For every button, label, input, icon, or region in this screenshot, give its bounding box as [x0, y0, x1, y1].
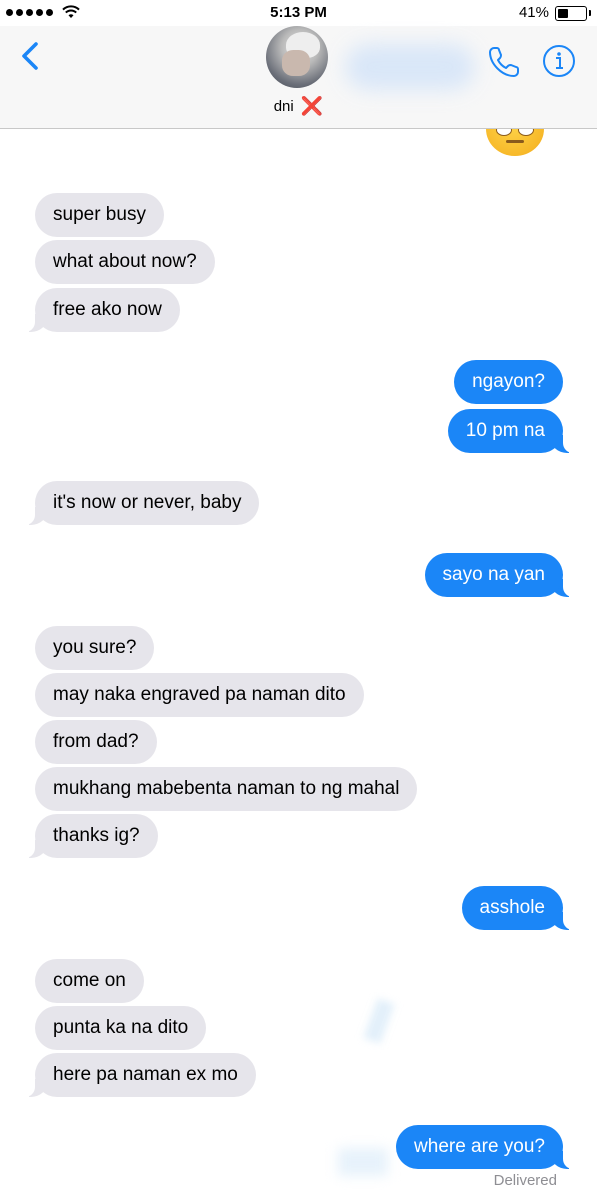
battery-percent: 41%: [518, 4, 549, 21]
message-bubble-outgoing[interactable]: asshole: [461, 886, 574, 930]
message-bubble-incoming[interactable]: may naka engraved pa naman dito: [35, 673, 364, 717]
message-bubble-incoming[interactable]: super busy: [35, 193, 164, 237]
status-time: 5:13 PM: [270, 4, 327, 21]
message-bubble-incoming[interactable]: thanks ig?: [24, 814, 158, 858]
message-bubble-outgoing[interactable]: sayo na yan: [424, 553, 575, 597]
image-smudge: [338, 1148, 388, 1176]
message-bubble-incoming[interactable]: it's now or never, baby: [23, 481, 260, 525]
phone-icon[interactable]: [486, 44, 522, 80]
conversation-header: dni ❌: [0, 26, 597, 129]
avatar[interactable]: [266, 26, 328, 88]
battery-icon: [555, 6, 591, 21]
red-x-emoji-icon: ❌: [300, 96, 324, 116]
delivery-status: Delivered: [493, 1172, 557, 1189]
message-bubble-incoming[interactable]: mukhang mabebenta naman to ng mahal: [35, 767, 418, 811]
message-bubble-incoming[interactable]: free ako now: [24, 288, 180, 332]
message-bubble-incoming[interactable]: punta ka na dito: [35, 1006, 207, 1050]
message-bubble-incoming[interactable]: from dad?: [35, 720, 157, 764]
contact-name[interactable]: dni ❌: [0, 96, 597, 117]
message-bubble-incoming[interactable]: what about now?: [35, 240, 215, 284]
back-chevron-icon[interactable]: [14, 36, 48, 76]
message-thread[interactable]: super busy what about now? free ako now …: [0, 0, 597, 1200]
info-icon[interactable]: [542, 44, 576, 78]
message-bubble-incoming[interactable]: come on: [35, 959, 144, 1003]
message-bubble-incoming[interactable]: here pa naman ex mo: [24, 1053, 256, 1097]
message-bubble-outgoing[interactable]: ngayon?: [454, 360, 563, 404]
message-bubble-outgoing[interactable]: where are you?: [396, 1125, 574, 1169]
message-bubble-incoming[interactable]: you sure?: [35, 626, 155, 670]
message-bubble-outgoing[interactable]: 10 pm na: [447, 409, 575, 453]
redacted-area: [345, 44, 475, 90]
image-smudge: [363, 998, 395, 1044]
status-bar: 5:13 PM 41%: [0, 0, 597, 26]
